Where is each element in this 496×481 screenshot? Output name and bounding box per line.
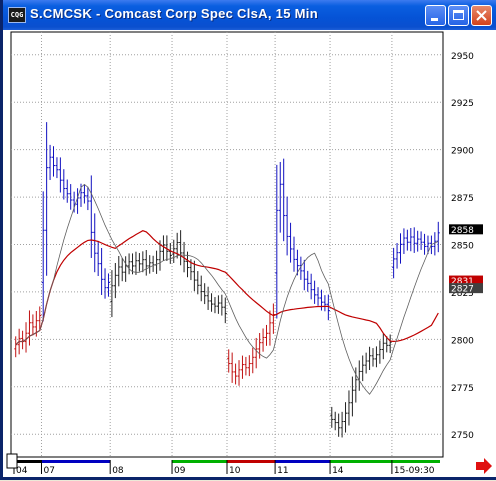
- price-axis-label: 2925: [451, 99, 474, 109]
- time-segment-marker: [275, 460, 331, 463]
- window-title: S.CMCSK - Comcast Corp Spec ClsA, 15 Min: [30, 6, 318, 21]
- minimize-icon: [431, 18, 438, 21]
- time-axis-label: 11: [277, 466, 288, 476]
- cqg-app-icon[interactable]: CQG: [8, 7, 26, 23]
- minimize-button[interactable]: [425, 5, 446, 26]
- price-axis-label: 2775: [451, 384, 474, 394]
- close-button[interactable]: [471, 5, 492, 26]
- price-axis-label: 2900: [451, 147, 474, 157]
- price-chart[interactable]: 2950292529002875285028252800277527502858…: [6, 30, 496, 477]
- price-axis-label: 2850: [451, 242, 474, 252]
- time-axis-label: 15-09:30: [394, 466, 435, 476]
- time-axis-label: 07: [43, 466, 54, 476]
- time-axis-label: 09: [174, 466, 186, 476]
- price-axis-label: 2875: [451, 194, 474, 204]
- price-axis-label: 2950: [451, 52, 474, 62]
- time-segment-marker: [14, 460, 42, 463]
- lower-value-tag-text: 2827: [451, 285, 474, 295]
- scroll-start-box: [6, 453, 18, 469]
- price-axis-label: 2800: [451, 336, 474, 346]
- title-bar[interactable]: CQG S.CMCSK - Comcast Corp Spec ClsA, 15…: [3, 0, 496, 30]
- time-segment-marker: [172, 460, 227, 463]
- chart-area[interactable]: 2950 2925 2900 2875 2850 2825 2800 2775 2750 2858…: [6, 30, 496, 477]
- close-icon: [476, 10, 487, 21]
- time-axis-label: 10: [229, 466, 241, 476]
- time-axis-label: 14: [332, 466, 344, 476]
- chart-window: CQG S.CMCSK - Comcast Corp Spec ClsA, 15…: [0, 0, 496, 480]
- maximize-icon: [453, 10, 464, 20]
- time-segment-marker: [330, 460, 392, 463]
- time-segment-marker: [110, 460, 173, 463]
- last-price-tag-text: 2858: [451, 226, 474, 236]
- time-axis-label: 04: [16, 466, 28, 476]
- maximize-button[interactable]: [448, 5, 469, 26]
- time-segment-marker: [391, 460, 440, 463]
- right-arrow-icon[interactable]: [476, 458, 492, 474]
- time-segment-marker: [227, 460, 276, 463]
- time-axis-label: 08: [112, 466, 124, 476]
- price-axis-label: 2750: [451, 431, 474, 441]
- time-segment-marker: [41, 460, 111, 463]
